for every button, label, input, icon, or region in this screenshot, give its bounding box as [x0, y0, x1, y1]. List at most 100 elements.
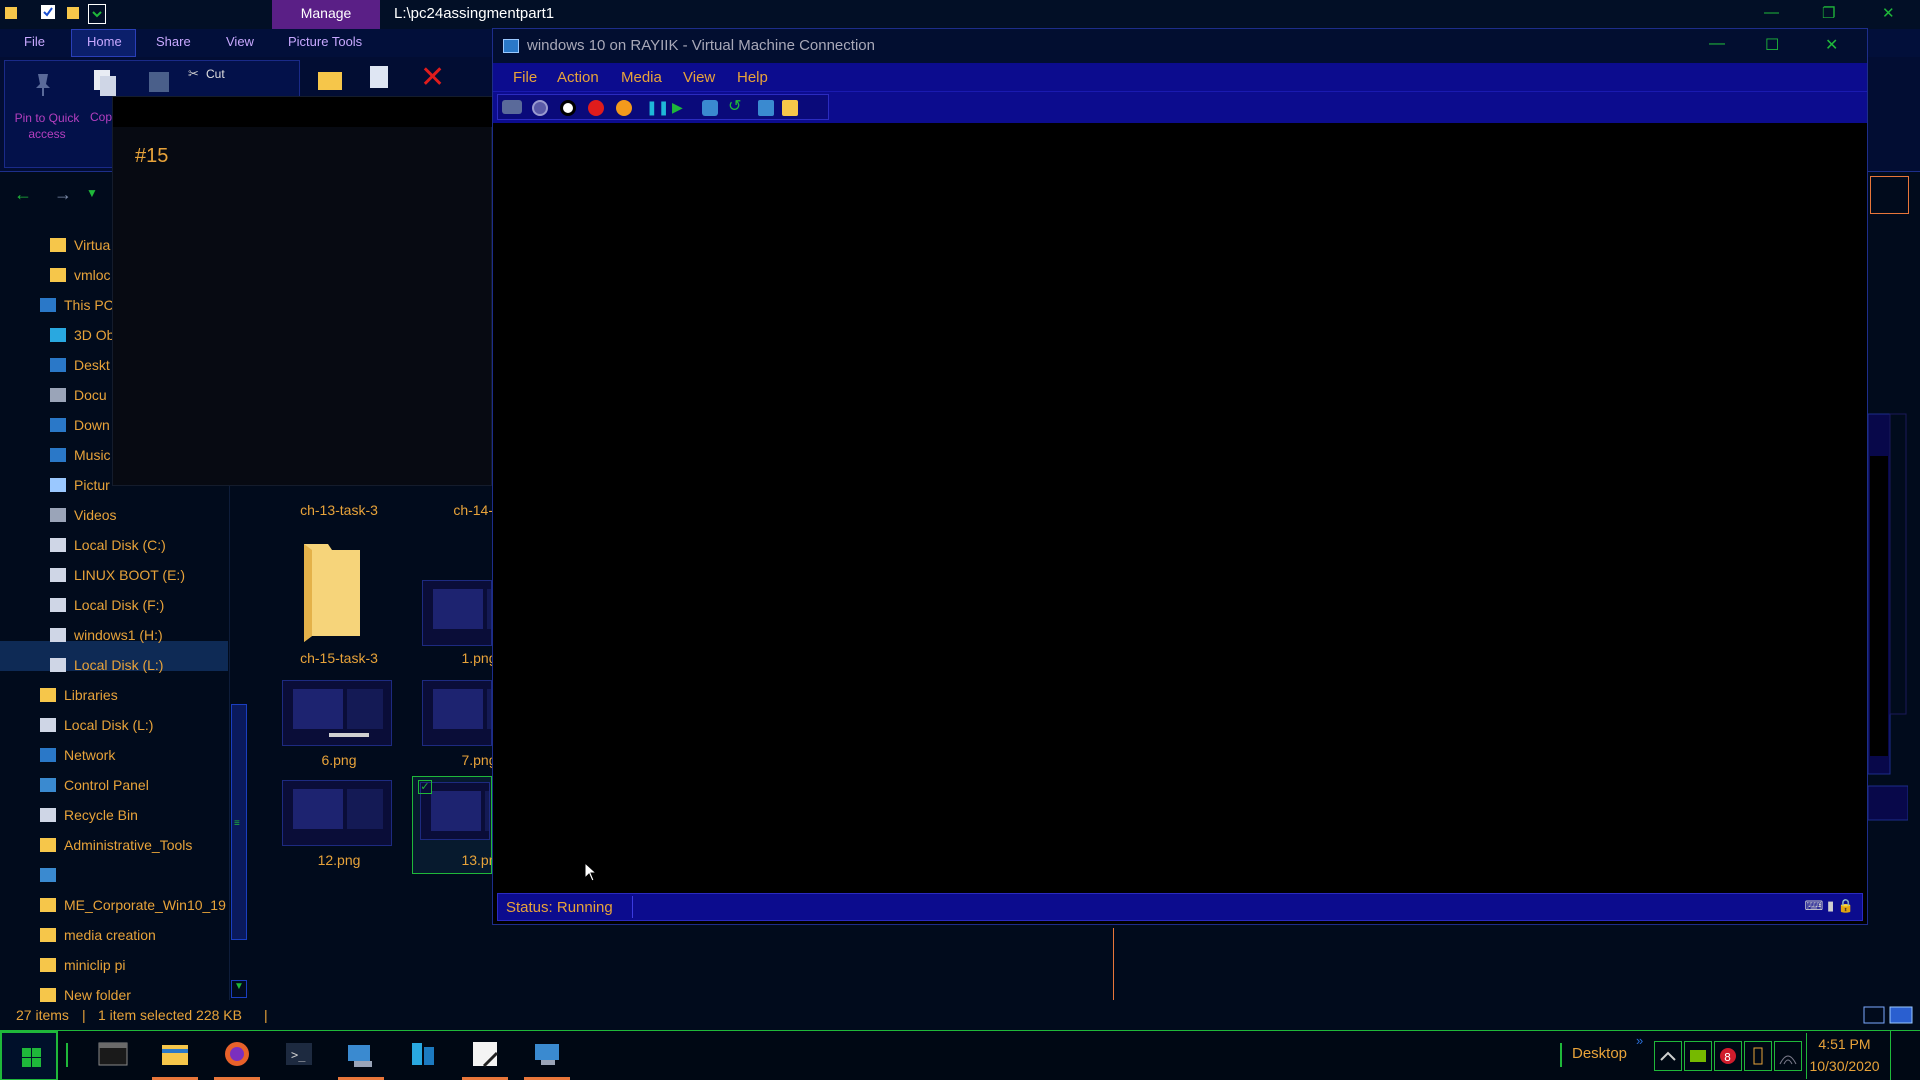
- nav-item[interactable]: 3D Ob: [50, 322, 114, 348]
- maximize-icon[interactable]: ☐: [1765, 35, 1779, 55]
- manage-tab[interactable]: Manage: [272, 0, 380, 29]
- show-desktop-button[interactable]: [1890, 1031, 1920, 1080]
- pause-icon[interactable]: ❚❚: [646, 100, 669, 116]
- tab-view[interactable]: View: [226, 34, 254, 49]
- desktop-toolbar-label[interactable]: Desktop: [1572, 1045, 1627, 1062]
- file-item-label[interactable]: ch-13-task-3: [284, 502, 394, 518]
- new-folder-icon[interactable]: [66, 4, 84, 24]
- nav-item[interactable]: Control Panel: [40, 772, 149, 798]
- back-arrow-icon[interactable]: ←: [14, 184, 32, 205]
- recent-locations-chevron-icon[interactable]: ▼: [86, 186, 98, 200]
- nav-item[interactable]: ME_Corporate_Win10_19: [40, 892, 226, 918]
- nav-item[interactable]: windows1 (H:): [50, 622, 163, 648]
- nav-item[interactable]: Videos: [50, 502, 117, 528]
- menu-help[interactable]: Help: [737, 69, 768, 86]
- vm-display[interactable]: [493, 123, 1867, 893]
- nav-item[interactable]: Music: [50, 442, 111, 468]
- menu-action[interactable]: Action: [557, 69, 599, 86]
- folder-icon[interactable]: [4, 4, 22, 24]
- network-tray-icon[interactable]: [1774, 1041, 1802, 1071]
- nav-item[interactable]: miniclip pi: [40, 952, 125, 978]
- nav-item[interactable]: Local Disk (C:): [50, 532, 166, 558]
- nav-item[interactable]: Virtua: [50, 232, 110, 258]
- turn-off-icon[interactable]: [560, 100, 576, 116]
- nav-item[interactable]: Local Disk (L:): [40, 712, 153, 738]
- menu-view[interactable]: View: [683, 69, 715, 86]
- move-to-icon[interactable]: [316, 68, 344, 95]
- minimize-icon[interactable]: —: [1764, 4, 1779, 21]
- sticky-notes-app-icon[interactable]: [470, 1039, 500, 1069]
- vm-connection-app-icon[interactable]: [532, 1039, 562, 1069]
- usb-drive-tray-icon[interactable]: [1744, 1041, 1772, 1071]
- nav-item[interactable]: Local Disk (F:): [50, 592, 164, 618]
- start-button[interactable]: [0, 1031, 58, 1080]
- file-item-label[interactable]: ch-15-task-3: [284, 650, 394, 666]
- taskbar-clock[interactable]: 4:51 PM 10/30/2020: [1806, 1033, 1882, 1079]
- hyper-v-manager-app-icon[interactable]: [346, 1039, 376, 1069]
- tab-file[interactable]: File: [24, 34, 45, 49]
- firefox-app-icon[interactable]: [222, 1039, 252, 1069]
- resume-icon[interactable]: ▶: [672, 100, 688, 116]
- nav-item[interactable]: [40, 862, 64, 888]
- image-thumbnail[interactable]: [282, 780, 392, 846]
- image-thumbnail[interactable]: [422, 580, 492, 646]
- image-thumbnail[interactable]: [422, 680, 492, 746]
- nav-item[interactable]: Docu: [50, 382, 107, 408]
- security-tray-icon[interactable]: 8: [1714, 1041, 1742, 1071]
- properties-icon[interactable]: [40, 4, 58, 24]
- pin-to-quick-access-button[interactable]: Pin to Quick access: [6, 110, 88, 142]
- show-hidden-icons-button[interactable]: [1654, 1041, 1682, 1071]
- copy-to-icon[interactable]: [366, 64, 396, 95]
- nav-item[interactable]: LINUX BOOT (E:): [50, 562, 185, 588]
- toolbar-expand-icon[interactable]: »: [1636, 1033, 1643, 1048]
- search-box[interactable]: [1870, 176, 1909, 214]
- nav-item[interactable]: Recycle Bin: [40, 802, 138, 828]
- revert-icon[interactable]: ↺: [728, 99, 744, 116]
- details-view-icon[interactable]: [1862, 1005, 1916, 1025]
- share-icon[interactable]: [782, 100, 798, 116]
- image-thumbnail[interactable]: [282, 680, 392, 746]
- nav-item[interactable]: vmloc: [50, 262, 111, 288]
- customize-qat-icon[interactable]: [88, 4, 106, 24]
- file-item-label[interactable]: 12.png: [284, 852, 394, 868]
- forward-arrow-icon[interactable]: →: [54, 184, 72, 205]
- close-icon[interactable]: ✕: [1882, 4, 1895, 22]
- start-vm-icon[interactable]: [532, 100, 548, 116]
- nav-item[interactable]: media creation: [40, 922, 156, 948]
- folder-icon[interactable]: [298, 540, 364, 642]
- tab-picture-tools[interactable]: Picture Tools: [288, 34, 362, 49]
- file-explorer-app-icon[interactable]: [160, 1039, 190, 1069]
- nav-item[interactable]: Deskt: [50, 352, 110, 378]
- nav-item[interactable]: Libraries: [40, 682, 118, 708]
- nvidia-tray-icon[interactable]: [1684, 1041, 1712, 1071]
- checkbox-checked-icon[interactable]: ✓: [418, 780, 432, 794]
- menu-file[interactable]: File: [513, 69, 537, 86]
- enhanced-session-icon[interactable]: [758, 100, 774, 116]
- cut-button[interactable]: Cut: [206, 67, 225, 81]
- nav-item[interactable]: Administrative_Tools: [40, 832, 192, 858]
- nav-item[interactable]: This PC: [40, 292, 114, 318]
- checkpoint-icon[interactable]: [702, 100, 718, 116]
- save-state-icon[interactable]: [616, 100, 632, 116]
- nav-item[interactable]: Pictur: [50, 472, 110, 498]
- pin-icon[interactable]: [30, 70, 56, 101]
- ctrl-alt-del-icon[interactable]: [502, 100, 522, 114]
- delete-icon[interactable]: ✕: [420, 63, 445, 93]
- close-icon[interactable]: ✕: [1825, 35, 1838, 55]
- copy-button[interactable]: Cop: [90, 110, 112, 124]
- tab-home[interactable]: Home: [87, 34, 122, 49]
- paste-icon[interactable]: [146, 68, 172, 97]
- windows-admin-app-icon[interactable]: [408, 1039, 438, 1069]
- nav-item[interactable]: Network: [40, 742, 115, 768]
- nav-item[interactable]: Down: [50, 412, 110, 438]
- file-item-label[interactable]: 6.png: [284, 752, 394, 768]
- terminal-app-icon[interactable]: [98, 1039, 128, 1069]
- restore-icon[interactable]: ❐: [1822, 4, 1835, 22]
- scissors-icon[interactable]: ✂: [188, 66, 199, 82]
- nav-item[interactable]: Local Disk (L:): [50, 652, 163, 678]
- minimize-icon[interactable]: —: [1709, 35, 1725, 53]
- powershell-app-icon[interactable]: >_: [284, 1039, 314, 1069]
- scroll-down-icon[interactable]: ▼: [231, 980, 247, 998]
- tab-share[interactable]: Share: [156, 34, 191, 49]
- shut-down-icon[interactable]: [588, 100, 604, 116]
